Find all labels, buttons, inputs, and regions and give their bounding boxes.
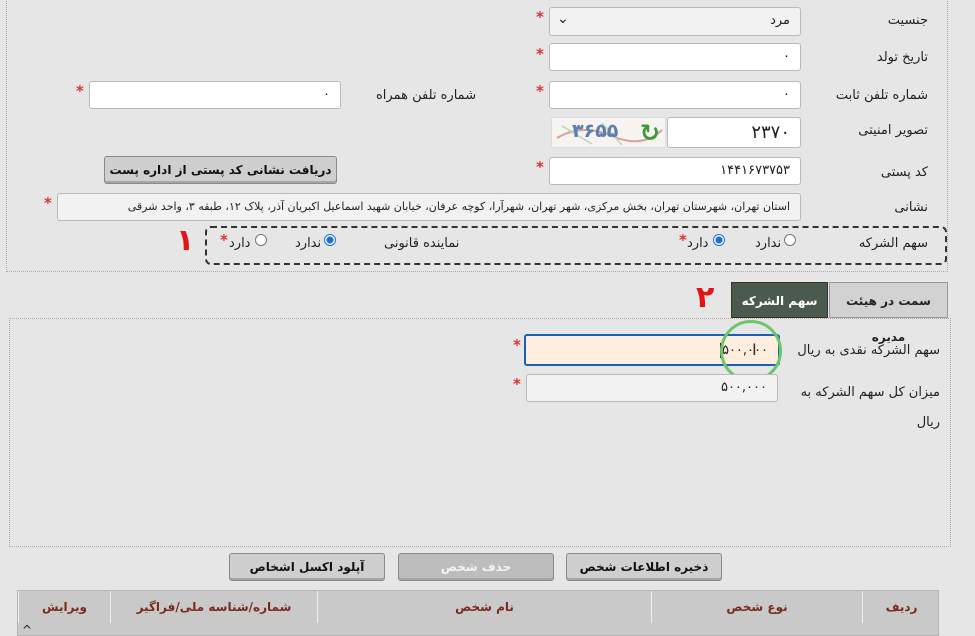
required-mark: * [536, 8, 544, 26]
tab-board-position[interactable]: سمت در هیئت مدیره [829, 282, 948, 344]
birth-date-value: ۰ [783, 49, 790, 64]
column-row-number[interactable]: ردیف [862, 591, 940, 623]
legal-rep-yes-radio[interactable] [255, 234, 267, 246]
required-mark: * [536, 45, 544, 63]
required-mark: * [536, 82, 544, 100]
required-mark: * [513, 336, 521, 354]
gender-value: مرد [770, 13, 790, 28]
annotation-number-1: ۱ [176, 223, 195, 258]
delete-person-button[interactable]: حذف شخص [398, 553, 554, 581]
shareholder-no-radio[interactable] [784, 234, 796, 246]
required-mark: * [513, 375, 521, 393]
mobile-input[interactable]: ۰ [89, 81, 341, 109]
total-share-input: ۵۰۰,۰۰۰ [526, 374, 778, 402]
text-cursor-icon: I [752, 340, 757, 359]
fetch-address-button[interactable]: دریافت نشانی کد پستی از اداره پست [104, 156, 337, 184]
landline-input[interactable]: ۰ [549, 81, 801, 109]
address-label: نشانی [894, 200, 928, 215]
gender-select[interactable]: مرد ⌄ [549, 7, 801, 36]
required-mark: * [44, 194, 52, 212]
legal-rep-label: نماینده قانونی [384, 236, 460, 251]
cash-share-label: سهم الشرکه نقدی به ریال [797, 343, 940, 358]
total-share-label: میزان کل سهم الشرکه به ریال [800, 385, 940, 430]
annotation-number-2: ۲ [696, 280, 715, 315]
persons-table-header: ردیف نوع شخص نام شخص شماره/شناسه ملی/فرا… [17, 590, 939, 636]
postal-code-value: ۱۴۴۱۶۷۳۷۵۳ [720, 163, 790, 178]
captcha-text: ۳۶۵۵ [572, 120, 619, 142]
captcha-label: تصویر امنیتی [858, 123, 928, 138]
address-input[interactable]: استان تهران، شهرستان تهران، بخش مرکزی، ش… [57, 193, 801, 221]
total-share-value: ۵۰۰,۰۰۰ [720, 380, 767, 395]
address-value: استان تهران، شهرستان تهران، بخش مرکزی، ش… [127, 200, 790, 213]
upload-excel-button[interactable]: آپلود اکسل اشخاص [229, 553, 385, 581]
shareholder-yes-radio[interactable] [713, 234, 725, 246]
column-edit[interactable]: ویرایش [18, 591, 110, 623]
birth-date-label: تاریخ تولد [876, 50, 928, 65]
landline-value: ۰ [783, 87, 790, 102]
legal-rep-no-radio[interactable] [324, 234, 336, 246]
column-person-type[interactable]: نوع شخص [651, 591, 862, 623]
required-mark: * [536, 158, 544, 176]
cursor-highlight-ring [720, 320, 782, 382]
mobile-value: ۰ [323, 87, 330, 102]
column-national-id[interactable]: شماره/شناسه ملی/فراگیر [110, 591, 317, 623]
column-person-name[interactable]: نام شخص [317, 591, 651, 623]
mobile-label: شماره تلفن همراه [376, 88, 477, 103]
landline-label: شماره تلفن ثابت [835, 88, 928, 103]
save-person-button[interactable]: ذخیره اطلاعات شخص [566, 553, 722, 581]
captcha-image: ۳۶۵۵ ↻ [551, 117, 666, 148]
birth-date-input[interactable]: ۰ [549, 43, 801, 71]
captcha-value: ۲۳۷۰ [751, 122, 790, 143]
chevron-down-icon: ⌄ [557, 11, 569, 27]
required-mark: * [679, 231, 687, 249]
shareholder-yes-label: دارد [687, 236, 709, 251]
gender-label: جنسیت [887, 13, 928, 28]
shareholder-label: سهم الشرکه [858, 236, 928, 251]
legal-rep-no-label: ندارد [295, 236, 322, 251]
required-mark: * [76, 82, 84, 100]
tab-shares[interactable]: سهم الشرکه [731, 282, 828, 318]
required-mark: * [220, 231, 228, 249]
shareholder-no-label: ندارد [755, 236, 782, 251]
captcha-input[interactable]: ۲۳۷۰ [667, 117, 801, 148]
legal-rep-yes-label: دارد [229, 236, 251, 251]
postal-code-label: کد پستی [880, 165, 928, 180]
refresh-icon[interactable]: ↻ [640, 119, 660, 147]
sort-icon[interactable]: ^ [22, 623, 32, 636]
postal-code-input[interactable]: ۱۴۴۱۶۷۳۷۵۳ [549, 157, 801, 185]
